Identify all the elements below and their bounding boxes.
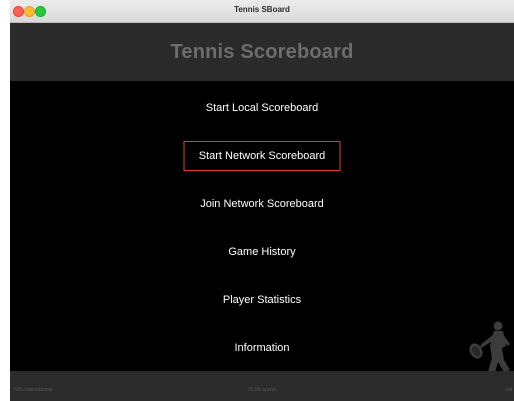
menu-item-game-history[interactable]: Game History xyxy=(218,237,305,267)
tennis-player-silhouette-icon xyxy=(469,321,510,372)
main-menu: Start Local Scoreboard Start Network Sco… xyxy=(10,81,514,371)
app-header: Tennis Scoreboard xyxy=(10,23,514,81)
window-titlebar[interactable]: Tennis SBoard xyxy=(10,0,514,23)
menu-item-start-network-scoreboard[interactable]: Start Network Scoreboard xyxy=(183,141,341,171)
app-footer: NPL International Ts bik spsnd vxt xyxy=(10,371,514,401)
menu-item-player-statistics[interactable]: Player Statistics xyxy=(213,285,311,315)
footer-center-text: Ts bik spsnd xyxy=(248,387,276,393)
window-title: Tennis SBoard xyxy=(234,5,290,14)
menu-item-information[interactable]: Information xyxy=(224,333,299,363)
menu-item-join-network-scoreboard[interactable]: Join Network Scoreboard xyxy=(190,189,334,219)
menu-item-start-local-scoreboard[interactable]: Start Local Scoreboard xyxy=(196,93,329,123)
app-title: Tennis Scoreboard xyxy=(170,40,354,63)
app-window: Tennis SBoard Tennis Scoreboard Start Lo… xyxy=(10,0,514,401)
footer-right-text: vxt xyxy=(505,387,512,393)
